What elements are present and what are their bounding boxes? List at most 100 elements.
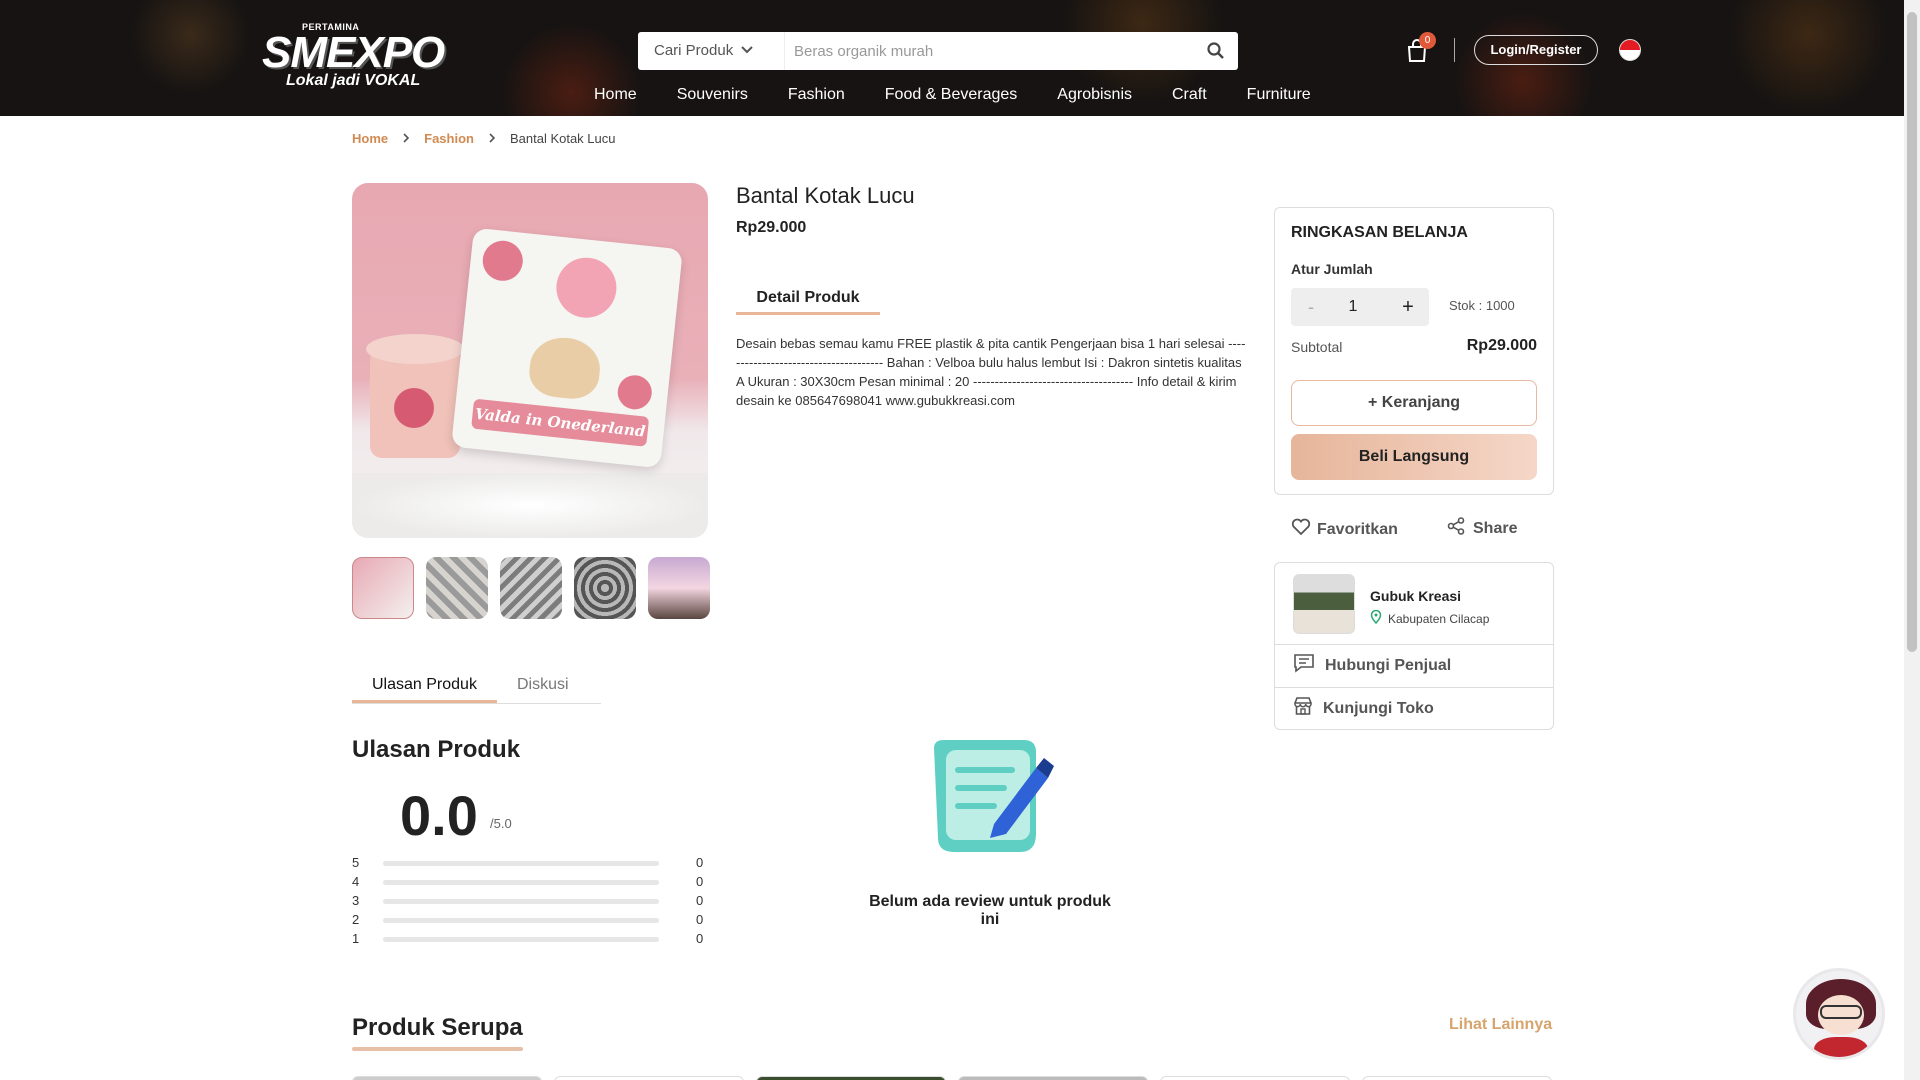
search-divider <box>784 32 785 70</box>
rating-star-label: 5 <box>352 855 360 870</box>
rating-row: 4 0 <box>352 872 706 891</box>
image-jar-rose <box>394 388 434 428</box>
similar-products-list <box>352 1076 1552 1080</box>
nav-agrobisnis[interactable]: Agrobisnis <box>1057 86 1132 108</box>
image-jar-lid <box>366 334 464 364</box>
rating-count: 0 <box>696 893 704 908</box>
breadcrumb-current: Bantal Kotak Lucu <box>509 131 616 146</box>
main-nav: Home Souvenirs Fashion Food & Beverages … <box>594 86 1351 108</box>
rating-bar <box>383 937 659 942</box>
product-price: Rp29.000 <box>736 219 807 236</box>
thumbnail-list <box>352 557 710 619</box>
search-bar: Cari Produk <box>638 32 1238 70</box>
image-balloon <box>553 254 620 321</box>
buy-now-button[interactable]: Beli Langsung <box>1291 434 1537 480</box>
rating-star-label: 2 <box>352 912 360 927</box>
tab-reviews[interactable]: Ulasan Produk <box>352 670 497 703</box>
visit-store-label: Kunjungi Toko <box>1323 699 1434 717</box>
quantity-decrease-button[interactable]: - <box>1291 288 1331 326</box>
search-input[interactable] <box>794 38 1174 64</box>
breadcrumb: Home Fashion Bantal Kotak Lucu <box>352 131 616 146</box>
share-icon <box>1447 517 1465 540</box>
breadcrumb-category[interactable]: Fashion <box>424 131 474 146</box>
rating-bar <box>383 861 659 866</box>
nav-food-beverages[interactable]: Food & Beverages <box>885 86 1018 108</box>
page-scrollbar[interactable] <box>1904 0 1920 1080</box>
rating-row: 3 0 <box>352 891 706 910</box>
product-card[interactable] <box>554 1076 744 1080</box>
image-fur-background <box>352 473 708 538</box>
add-to-cart-button[interactable]: + Keranjang <box>1291 380 1537 426</box>
search-icon[interactable] <box>1206 41 1226 61</box>
chevron-down-icon[interactable] <box>740 43 754 60</box>
nav-souvenirs[interactable]: Souvenirs <box>677 86 748 108</box>
favorite-button[interactable]: Favoritkan <box>1291 518 1398 541</box>
reviews-title: Ulasan Produk <box>352 736 521 763</box>
login-register-button[interactable]: Login/Register <box>1474 35 1598 65</box>
tab-product-detail[interactable]: Detail Produk <box>736 283 880 315</box>
product-card[interactable] <box>958 1076 1148 1080</box>
rating-bar <box>383 899 659 904</box>
search-category-select[interactable]: Cari Produk <box>654 42 733 59</box>
chevron-right-icon <box>402 132 410 146</box>
rating-star-label: 1 <box>352 931 360 946</box>
favorite-label: Favoritkan <box>1317 520 1398 538</box>
contact-seller-label: Hubungi Penjual <box>1325 656 1452 674</box>
chat-assistant-mascot[interactable] <box>1793 968 1885 1060</box>
product-description: Desain bebas semau kamu FREE plastik & p… <box>736 336 1246 408</box>
product-card[interactable] <box>756 1076 946 1080</box>
nav-craft[interactable]: Craft <box>1172 86 1207 108</box>
quantity-value[interactable]: 1 <box>1331 288 1375 326</box>
rating-star-label: 3 <box>352 893 360 908</box>
quantity-label: Atur Jumlah <box>1291 261 1373 277</box>
thumbnail-1[interactable] <box>352 557 414 619</box>
tab-discussion[interactable]: Diskusi <box>497 670 589 703</box>
share-button[interactable]: Share <box>1447 517 1517 540</box>
stock-label: Stok : 1000 <box>1449 298 1515 313</box>
flag-icon[interactable] <box>1619 39 1641 61</box>
product-card[interactable] <box>352 1076 542 1080</box>
contact-seller-button[interactable]: Hubungi Penjual <box>1275 644 1553 686</box>
thumbnail-5[interactable] <box>648 557 710 619</box>
seller-name[interactable]: Gubuk Kreasi <box>1370 588 1461 604</box>
location-pin-icon <box>1370 609 1382 627</box>
thumbnail-2[interactable] <box>426 557 488 619</box>
product-card[interactable] <box>1362 1076 1552 1080</box>
similar-products-title: Produk Serupa <box>352 1014 523 1041</box>
product-card[interactable] <box>1160 1076 1350 1080</box>
logo[interactable]: PERTAMINA SMEXPO Lokal jadi VOKAL <box>262 22 484 89</box>
mascot-body <box>1814 1037 1868 1057</box>
site-header: PERTAMINA SMEXPO Lokal jadi VOKAL Cari P… <box>0 0 1904 116</box>
nav-home[interactable]: Home <box>594 86 637 108</box>
thumbnail-3[interactable] <box>500 557 562 619</box>
image-pillow: Valda in Onederland <box>451 227 683 469</box>
breadcrumb-home[interactable]: Home <box>352 131 388 146</box>
product-main-image[interactable]: Valda in Onederland <box>352 183 708 538</box>
rating-bar <box>383 880 659 885</box>
header-separator <box>1454 38 1455 62</box>
similar-title-underline <box>352 1047 523 1051</box>
share-label: Share <box>1473 519 1518 537</box>
rating-count: 0 <box>696 855 704 870</box>
image-banner-text: Valda in Onederland <box>471 398 650 447</box>
rating-row: 2 0 <box>352 910 706 929</box>
image-flower <box>616 373 654 412</box>
seller-location: Kabupaten Cilacap <box>1370 609 1490 627</box>
thumbnail-4[interactable] <box>574 557 636 619</box>
logo-brand: SMEXPO <box>262 28 445 77</box>
nav-fashion[interactable]: Fashion <box>788 86 845 108</box>
cart-count-badge: 0 <box>1419 32 1436 49</box>
quantity-increase-button[interactable]: + <box>1387 288 1429 326</box>
see-more-link[interactable]: Lihat Lainnya <box>1449 1016 1552 1034</box>
logo-tagline: Lokal jadi VOKAL <box>286 72 421 89</box>
reviews-max: /5.0 <box>490 816 512 831</box>
purchase-summary: RINGKASAN BELANJA Atur Jumlah - 1 + Stok… <box>1274 207 1554 495</box>
seller-avatar[interactable] <box>1293 574 1355 634</box>
visit-store-button[interactable]: Kunjungi Toko <box>1275 687 1553 729</box>
quantity-stepper: - 1 + <box>1291 288 1429 326</box>
nav-furniture[interactable]: Furniture <box>1247 86 1311 108</box>
seller-location-text: Kabupaten Cilacap <box>1388 611 1490 626</box>
empty-review-illustration-icon <box>924 738 1054 858</box>
scrollbar-thumb[interactable] <box>1907 12 1917 652</box>
chevron-right-icon <box>488 132 496 146</box>
